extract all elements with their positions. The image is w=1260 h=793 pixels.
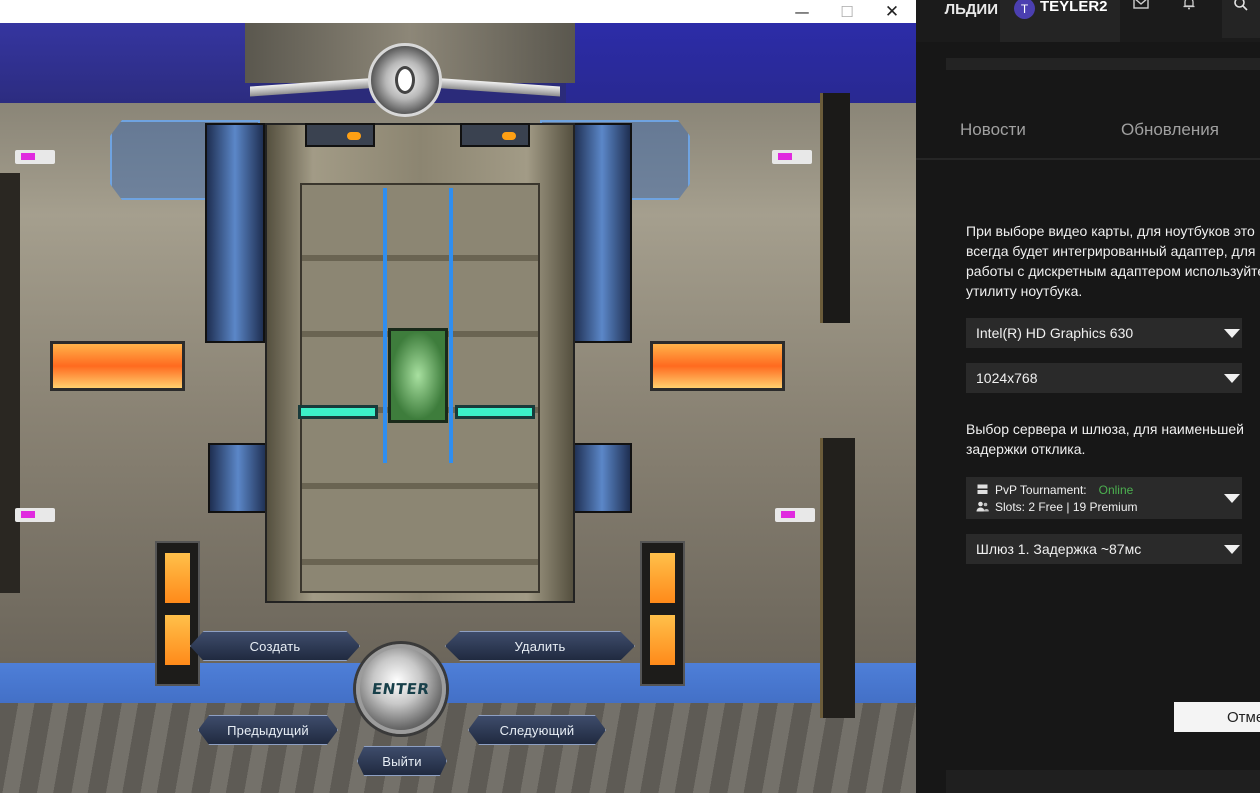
tab-updates[interactable]: Обновления [1121, 120, 1219, 140]
window-titlebar: — ☐ ✕ [0, 0, 916, 23]
platform-ring [0, 703, 916, 793]
emblem-wing-left [250, 77, 380, 97]
emblem-eye [395, 66, 415, 94]
tab-news[interactable]: Новости [960, 120, 1026, 140]
hull-panel-right-top [820, 93, 850, 323]
bell-icon[interactable] [1168, 0, 1210, 38]
emblem-logo [250, 38, 560, 147]
users-icon [976, 501, 989, 512]
maximize-button[interactable]: ☐ [824, 0, 870, 23]
chevron-down-icon [1222, 477, 1242, 519]
launcher-panel: ЛЬДИИ T TEYLER2 Новости Обновления При в… [916, 0, 1260, 793]
server-name: PvP Tournament: [995, 482, 1087, 497]
server-slots-line: Slots: 2 Free | 19 Premium [976, 500, 1138, 514]
gateway-select[interactable]: Шлюз 1. Задержка ~87мс [966, 534, 1242, 564]
enter-label: ENTER [371, 680, 431, 698]
mail-icon[interactable] [1120, 0, 1162, 38]
emblem-wing-right [430, 77, 560, 97]
previous-button[interactable]: Предыдущий [198, 715, 338, 745]
core-light-left [298, 405, 378, 419]
chevron-down-icon [1222, 363, 1242, 393]
hull-panel-right-bottom [820, 438, 855, 718]
create-button[interactable]: Создать [190, 631, 360, 661]
orange-light-column [640, 541, 685, 686]
username: TEYLER2 [1040, 0, 1108, 15]
character-select-scene [0, 23, 916, 793]
character-slot[interactable] [388, 328, 448, 423]
server-slots: Slots: 2 Free | 19 Premium [995, 499, 1138, 514]
search-icon[interactable] [1222, 0, 1260, 38]
orange-light-column [155, 541, 200, 686]
core-light-right [455, 405, 535, 419]
blue-pillar [572, 123, 632, 343]
resolution-select-value: 1024x768 [976, 370, 1038, 386]
wall-lamp [15, 150, 55, 164]
server-note: Выбор сервера и шлюза, для наименьшей за… [966, 421, 1244, 457]
next-button[interactable]: Следующий [468, 715, 606, 745]
gpu-note: При выборе видео карты, для ноутбуков эт… [966, 223, 1260, 299]
wall-lamp [772, 150, 812, 164]
wall-lamp [15, 508, 55, 522]
hull-edge-left [0, 173, 20, 593]
thruster-left [50, 341, 185, 391]
cancel-button[interactable]: Отмена [1174, 702, 1260, 732]
enter-button[interactable]: ENTER [356, 644, 446, 734]
tab-bar: Новости Обновления [916, 110, 1260, 160]
server-status: Online [1098, 482, 1134, 497]
chevron-down-icon [1222, 534, 1242, 564]
exit-button[interactable]: Выйти [357, 746, 447, 776]
server-info: PvP Tournament: Online Slots: 2 Free | 1… [976, 483, 1138, 514]
server-name-line: PvP Tournament: Online [976, 483, 1138, 497]
game-window: — ☐ ✕ Создать Удалить Предыдущий Следующ… [0, 0, 916, 793]
blue-pillar [205, 123, 265, 343]
header-divider [946, 58, 1260, 70]
launcher-topbar: ЛЬДИИ T TEYLER2 [916, 0, 1260, 42]
wall-lamp [775, 508, 815, 522]
user-menu[interactable]: T TEYLER2 [1000, 0, 1120, 42]
top-menu-item[interactable]: ЛЬДИИ [916, 0, 998, 18]
emblem-lamp [305, 123, 375, 147]
server-icon [976, 484, 989, 495]
minimize-button[interactable]: — [779, 0, 825, 23]
avatar: T [1014, 0, 1035, 19]
close-button[interactable]: ✕ [869, 0, 915, 23]
blue-pillar [572, 443, 632, 513]
server-select[interactable]: PvP Tournament: Online Slots: 2 Free | 1… [966, 477, 1242, 519]
thruster-right [650, 341, 785, 391]
gpu-select[interactable]: Intel(R) HD Graphics 630 [966, 318, 1242, 348]
blue-pillar [208, 443, 268, 513]
delete-button[interactable]: Удалить [445, 631, 635, 661]
gateway-select-value: Шлюз 1. Задержка ~87мс [976, 541, 1142, 557]
resolution-select[interactable]: 1024x768 [966, 363, 1242, 393]
chevron-down-icon [1222, 318, 1242, 348]
footer-bar [946, 770, 1260, 793]
emblem-lamp [460, 123, 530, 147]
gpu-select-value: Intel(R) HD Graphics 630 [976, 325, 1134, 341]
